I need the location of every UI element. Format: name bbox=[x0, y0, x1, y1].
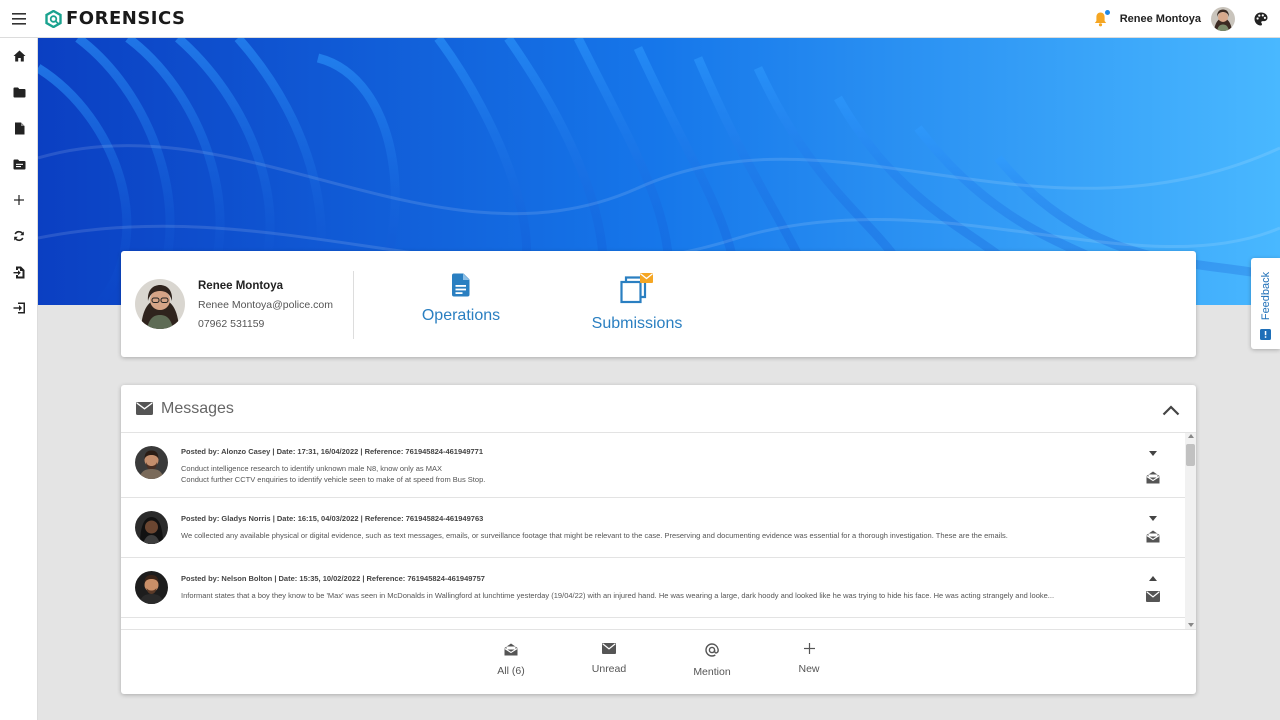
expand-message-button[interactable] bbox=[1147, 512, 1159, 524]
sidebar-item-import[interactable] bbox=[0, 254, 38, 290]
filter-all-button[interactable]: All (6) bbox=[481, 643, 541, 677]
messages-header: Messages bbox=[121, 385, 1196, 433]
filter-all-label: All (6) bbox=[497, 665, 525, 677]
collapse-messages-button[interactable] bbox=[1160, 399, 1182, 421]
feedback-label: Feedback bbox=[1260, 271, 1272, 321]
user-avatar[interactable] bbox=[1211, 7, 1235, 31]
feedback-icon bbox=[1260, 329, 1271, 340]
message-avatar bbox=[135, 571, 168, 604]
sidebar-item-sign-out[interactable] bbox=[0, 290, 38, 326]
message-avatar bbox=[135, 511, 168, 544]
sign-out-icon bbox=[13, 302, 25, 314]
notifications-button[interactable] bbox=[1090, 8, 1112, 30]
palette-icon bbox=[1254, 12, 1268, 26]
message-meta: Posted by: Nelson Bolton | Date: 15:35, … bbox=[181, 574, 485, 583]
message-line: Informant states that a boy they know to… bbox=[181, 591, 1055, 600]
home-icon bbox=[13, 50, 25, 62]
file-import-icon bbox=[13, 266, 25, 278]
at-icon bbox=[705, 643, 719, 657]
message-meta: Posted by: Alonzo Casey | Date: 17:31, 1… bbox=[181, 447, 484, 456]
new-message-label: New bbox=[798, 663, 820, 675]
message-line: Conduct further CCTV enquiries to identi… bbox=[181, 475, 486, 484]
message-row[interactable]: Posted by: Nelson Bolton | Date: 15:35, … bbox=[121, 558, 1185, 618]
message-avatar bbox=[135, 446, 168, 479]
sidebar-item-documents[interactable] bbox=[0, 110, 38, 146]
profile-name: Renee Montoya bbox=[198, 280, 283, 292]
sync-icon bbox=[14, 230, 24, 242]
logo-icon bbox=[45, 9, 62, 28]
filter-unread-button[interactable]: Unread bbox=[579, 643, 639, 675]
message-meta: Posted by: Gladys Norris | Date: 16:15, … bbox=[181, 514, 484, 523]
collapse-message-button[interactable] bbox=[1147, 572, 1159, 584]
profile-email[interactable]: Renee Montoya@police.com bbox=[198, 299, 333, 311]
menu-button[interactable] bbox=[0, 0, 38, 38]
mail-icon bbox=[136, 402, 153, 415]
chevron-up-icon bbox=[1162, 404, 1180, 415]
mail-open-icon bbox=[504, 643, 518, 656]
user-name[interactable]: Renee Montoya bbox=[1120, 13, 1201, 25]
new-message-button[interactable]: New bbox=[779, 643, 839, 675]
plus-icon bbox=[803, 643, 815, 654]
messages-title: Messages bbox=[161, 399, 234, 417]
messages-card: Messages Posted by: Alonzo Casey | Date:… bbox=[121, 385, 1196, 694]
messages-filter-bar: All (6) Unread Mention New bbox=[121, 629, 1196, 694]
submissions-label: Submissions bbox=[591, 315, 683, 332]
operations-button[interactable]: Operations bbox=[420, 273, 502, 325]
message-row[interactable]: Posted by: Gladys Norris | Date: 16:15, … bbox=[121, 498, 1185, 558]
mark-read-button[interactable] bbox=[1145, 529, 1161, 543]
filter-mention-label: Mention bbox=[693, 666, 731, 678]
folder-list-icon bbox=[13, 159, 25, 169]
scroll-up-arrow[interactable] bbox=[1188, 434, 1194, 438]
sidebar-item-folders[interactable] bbox=[0, 74, 38, 110]
feedback-tab[interactable]: Feedback bbox=[1251, 258, 1280, 349]
scroll-down-arrow[interactable] bbox=[1188, 623, 1194, 627]
submissions-button[interactable]: Submissions bbox=[587, 273, 687, 333]
mark-read-button[interactable] bbox=[1145, 470, 1161, 484]
top-bar: FORENSICS Renee Montoya bbox=[0, 0, 1280, 38]
scrollbar-thumb[interactable] bbox=[1186, 444, 1195, 466]
profile-phone: 07962 531159 bbox=[198, 318, 265, 330]
filter-mention-button[interactable]: Mention bbox=[682, 643, 742, 678]
app-logo[interactable]: FORENSICS bbox=[45, 8, 186, 29]
profile-divider bbox=[353, 271, 354, 339]
filter-unread-label: Unread bbox=[591, 663, 627, 675]
plus-icon bbox=[14, 195, 24, 205]
profile-avatar bbox=[135, 279, 185, 329]
sidebar bbox=[0, 38, 38, 720]
mail-icon bbox=[602, 643, 616, 654]
notification-badge bbox=[1104, 10, 1110, 15]
submissions-icon bbox=[620, 273, 653, 304]
message-line: We collected any available physical or d… bbox=[181, 531, 1008, 540]
messages-list: Posted by: Alonzo Casey | Date: 17:31, 1… bbox=[121, 433, 1196, 629]
document-icon bbox=[452, 273, 470, 297]
mark-unread-button[interactable] bbox=[1145, 589, 1161, 603]
message-row[interactable]: Posted by: Alonzo Casey | Date: 17:31, 1… bbox=[121, 433, 1185, 498]
messages-scrollbar[interactable] bbox=[1185, 433, 1196, 629]
folder-icon bbox=[13, 87, 25, 97]
operations-label: Operations bbox=[421, 307, 501, 324]
menu-icon bbox=[12, 12, 26, 25]
theme-button[interactable] bbox=[1251, 9, 1271, 29]
expand-message-button[interactable] bbox=[1147, 447, 1159, 459]
caret-up-icon bbox=[1149, 575, 1157, 581]
profile-card: Renee Montoya Renee Montoya@police.com 0… bbox=[121, 251, 1196, 357]
document-icon bbox=[14, 122, 24, 134]
sidebar-item-add[interactable] bbox=[0, 182, 38, 218]
caret-down-icon bbox=[1149, 515, 1157, 521]
sidebar-item-sync[interactable] bbox=[0, 218, 38, 254]
mail-icon bbox=[1146, 590, 1160, 602]
mail-open-icon bbox=[1146, 530, 1160, 542]
mail-open-icon bbox=[1146, 471, 1160, 483]
sidebar-item-home[interactable] bbox=[0, 38, 38, 74]
sidebar-item-case-files[interactable] bbox=[0, 146, 38, 182]
caret-down-icon bbox=[1149, 450, 1157, 456]
app-brand: FORENSICS bbox=[66, 8, 186, 29]
